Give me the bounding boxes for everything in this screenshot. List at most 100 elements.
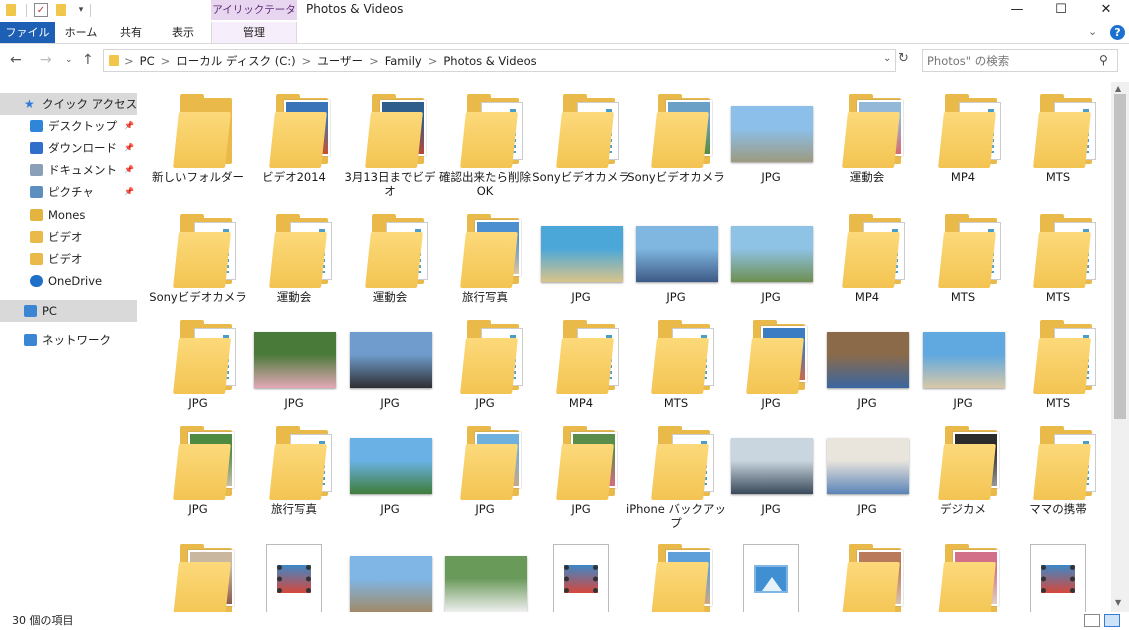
folder-item[interactable]: MP4 — [919, 88, 1007, 188]
folder-item[interactable]: 運動会 — [250, 208, 338, 308]
file-item[interactable]: JPG — [823, 314, 911, 414]
file-item[interactable]: JPG — [919, 314, 1007, 414]
pin-icon[interactable]: 📌 — [124, 137, 134, 159]
minimize-button[interactable]: — — [994, 0, 1040, 20]
folder-item[interactable]: 3月13日までビデオ — [345, 88, 435, 198]
sidebar-item[interactable]: ダウンロード 📌 — [0, 137, 137, 159]
back-arrow-icon[interactable]: ← — [10, 52, 22, 68]
folder-item[interactable]: MTS — [632, 314, 720, 414]
close-button[interactable]: ✕ — [1083, 0, 1129, 20]
folder-item[interactable] — [632, 538, 720, 612]
folder-item[interactable]: MTS — [1014, 208, 1102, 308]
sidebar-item[interactable]: ★ クイック アクセス — [0, 93, 137, 115]
breadcrumb-item[interactable]: Family — [385, 54, 422, 68]
details-view-icon[interactable] — [1084, 614, 1100, 627]
folder-item[interactable]: JPG — [154, 420, 242, 520]
scroll-up-arrow-icon[interactable]: ▲ — [1115, 84, 1121, 93]
file-item[interactable]: JPG — [346, 314, 434, 414]
address-dropdown-chevron-icon[interactable]: ⌄ — [883, 53, 891, 64]
folder-item[interactable]: 旅行写真 — [250, 420, 338, 520]
folder-item[interactable]: JPG — [154, 314, 242, 414]
folder-item[interactable]: iPhone バックアップ — [626, 420, 726, 530]
breadcrumb-item[interactable]: PC — [140, 54, 155, 68]
folder-item[interactable]: Sonyビデオカメラ — [532, 88, 630, 188]
sidebar-item[interactable]: OneDrive — [0, 270, 137, 292]
folder-item[interactable] — [919, 538, 1007, 612]
file-item[interactable] — [441, 538, 529, 612]
sidebar-item[interactable]: デスクトップ 📌 — [0, 115, 137, 137]
tab-view[interactable]: 表示 — [157, 22, 209, 43]
pin-icon[interactable]: 📌 — [124, 115, 134, 137]
folder-item[interactable]: JPG — [537, 420, 625, 520]
sidebar-item[interactable]: PC — [0, 300, 137, 322]
file-item[interactable]: JPG — [632, 208, 720, 308]
file-item[interactable]: JPG — [727, 208, 815, 308]
folder-item[interactable]: MP4 — [823, 208, 911, 308]
help-icon[interactable]: ? — [1110, 25, 1125, 40]
file-item[interactable] — [346, 538, 434, 612]
file-item[interactable] — [1014, 538, 1102, 612]
maximize-button[interactable]: ☐ — [1038, 0, 1084, 20]
file-item[interactable]: JPG — [346, 420, 434, 520]
tab-manage[interactable]: 管理 — [211, 22, 297, 43]
breadcrumb-item[interactable]: Photos & Videos — [443, 54, 536, 68]
folder-item[interactable]: Sonyビデオカメラ — [627, 88, 725, 188]
folder-item[interactable] — [823, 538, 911, 612]
folder-item[interactable]: MTS — [1014, 88, 1102, 188]
folder-item[interactable]: JPG — [727, 314, 815, 414]
file-item[interactable]: JPG — [727, 88, 815, 188]
file-item[interactable]: JPG — [823, 420, 911, 520]
folder-item[interactable]: ビデオ2014 — [250, 88, 338, 188]
folder-item[interactable]: 運動会 — [823, 88, 911, 188]
tab-home[interactable]: ホーム — [57, 22, 105, 43]
sidebar-item[interactable]: ドキュメント 📌 — [0, 159, 137, 181]
folder-item[interactable] — [154, 538, 242, 612]
customize-toolbar-chevron-icon[interactable]: ▾ — [74, 3, 88, 17]
sidebar-item[interactable]: ピクチャ 📌 — [0, 181, 137, 203]
pin-icon[interactable]: 📌 — [124, 181, 134, 203]
folder-item[interactable]: 新しいフォルダー — [152, 88, 244, 188]
folder-item[interactable]: 運動会 — [346, 208, 434, 308]
vertical-scrollbar[interactable]: ▲ ▼ — [1111, 82, 1129, 612]
folder-item[interactable]: 旅行写真 — [441, 208, 529, 308]
forward-arrow-icon[interactable]: → — [40, 52, 52, 68]
folder-item[interactable]: MP4 — [537, 314, 625, 414]
file-item[interactable] — [727, 538, 815, 612]
pin-icon[interactable]: 📌 — [124, 159, 134, 181]
file-item[interactable]: JPG — [250, 314, 338, 414]
folder-item[interactable]: 確認出来たら削除OK — [439, 88, 531, 198]
file-item[interactable] — [250, 538, 338, 612]
search-icon[interactable]: ⚲ — [1099, 53, 1108, 67]
large-icons-view-icon[interactable] — [1104, 614, 1120, 627]
address-bar[interactable]: > PC > ローカル ディスク (C:) > ユーザー > Family > Photos & … — [103, 49, 896, 72]
new-folder-icon[interactable] — [56, 4, 66, 16]
properties-icon[interactable]: ✓ — [34, 3, 48, 17]
expand-ribbon-chevron-icon[interactable]: ⌄ — [1088, 25, 1097, 38]
breadcrumb-item[interactable]: ユーザー — [317, 54, 363, 68]
breadcrumb-item[interactable]: ローカル ディスク (C:) — [176, 54, 295, 68]
file-item[interactable]: JPG — [727, 420, 815, 520]
sidebar-item[interactable]: ビデオ — [0, 248, 137, 270]
search-box[interactable]: ⚲ — [922, 49, 1118, 72]
file-item[interactable]: JPG — [537, 208, 625, 308]
search-input[interactable] — [927, 52, 1097, 69]
folder-item[interactable]: MTS — [919, 208, 1007, 308]
tab-share[interactable]: 共有 — [107, 22, 155, 43]
up-arrow-icon[interactable]: ↑ — [82, 52, 94, 68]
folder-icon[interactable] — [6, 4, 16, 16]
folder-item[interactable]: JPG — [441, 314, 529, 414]
folder-item[interactable]: デジカメ — [919, 420, 1007, 520]
folder-item[interactable]: ママの携帯 — [1014, 420, 1102, 520]
file-item[interactable] — [537, 538, 625, 612]
folder-item[interactable]: Sonyビデオカメラ — [149, 208, 247, 308]
tab-file[interactable]: ファイル — [0, 22, 55, 43]
recent-locations-chevron-icon[interactable]: ⌄ — [65, 55, 73, 65]
folder-item[interactable]: MTS — [1014, 314, 1102, 414]
sidebar-item[interactable]: ビデオ — [0, 226, 137, 248]
sidebar-item[interactable]: ネットワーク — [0, 329, 137, 351]
sidebar-item[interactable]: Mones — [0, 204, 137, 226]
refresh-icon[interactable]: ↻ — [898, 51, 909, 66]
folder-item[interactable]: JPG — [441, 420, 529, 520]
scroll-down-arrow-icon[interactable]: ▼ — [1115, 598, 1121, 607]
scrollbar-thumb[interactable] — [1114, 94, 1126, 419]
